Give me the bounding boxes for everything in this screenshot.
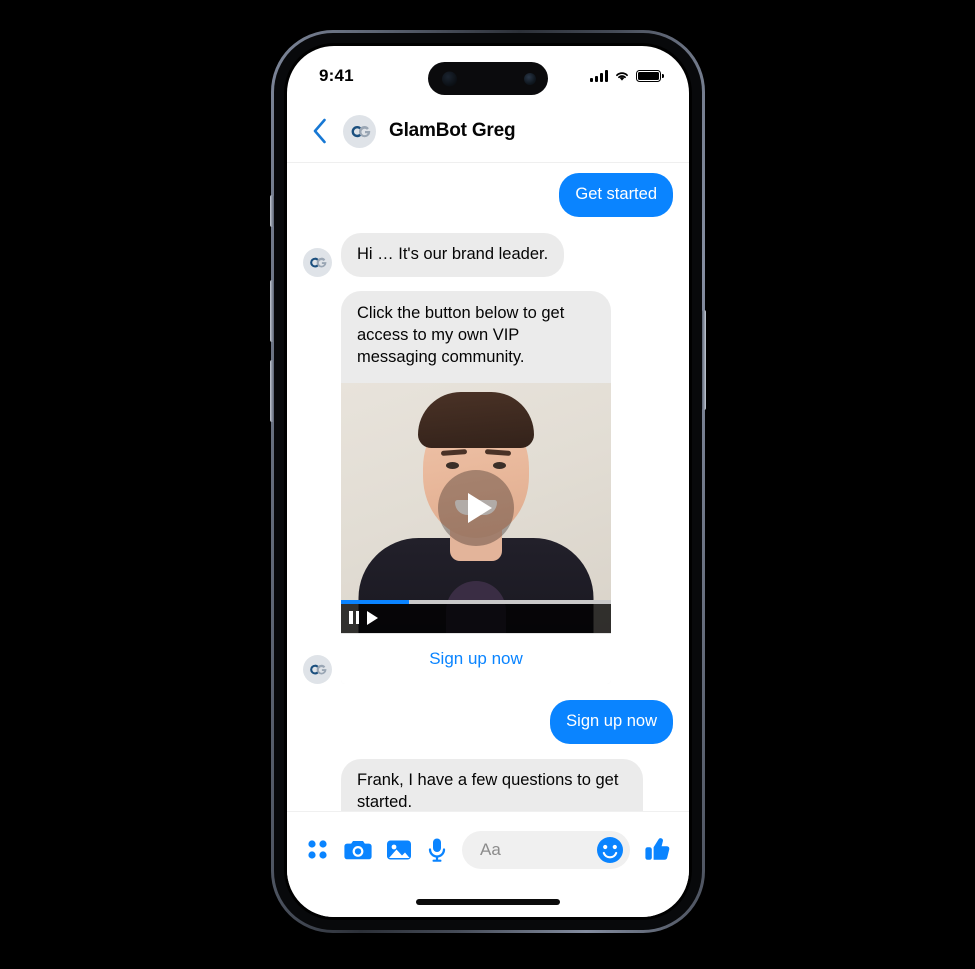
chat-header: GlamBot Greg: [287, 100, 689, 162]
back-button[interactable]: [305, 114, 335, 148]
front-camera-icon: [524, 72, 536, 85]
message-row-outgoing: Sign up now: [303, 699, 673, 744]
video-controls: [341, 599, 611, 633]
message-thread[interactable]: Get started Hi … It's our brand leader. …: [287, 162, 689, 811]
thumbs-up-glyph: [645, 838, 670, 860]
photo-library-icon[interactable]: [386, 838, 412, 862]
battery-icon: [636, 70, 664, 82]
photo-glyph: [387, 840, 411, 859]
glambot-logo-icon: [351, 125, 370, 137]
message-composer: Aa: [287, 811, 689, 887]
person-eye-left: [446, 461, 459, 469]
microphone-icon[interactable]: [426, 837, 448, 863]
message-bubble-outgoing[interactable]: Sign up now: [550, 699, 673, 744]
grid-glyph: [308, 840, 327, 859]
glambot-logo-icon: [310, 257, 327, 268]
status-bar-time: 9:41: [319, 66, 354, 85]
video-button-row: [341, 604, 611, 633]
phone-device-frame: 9:41 GlamBot Greg Get started Hi … It's …: [270, 30, 706, 933]
play-button-icon[interactable]: [438, 469, 514, 546]
status-bar-indicators: [590, 64, 664, 82]
video-template-card: Click the button below to get access to …: [341, 290, 611, 684]
page-title: GlamBot Greg: [389, 120, 516, 141]
message-bubble-incoming[interactable]: Hi … It's our brand leader.: [341, 232, 565, 277]
mic-glyph: [428, 838, 446, 862]
glambot-avatar-icon: [303, 654, 332, 684]
video-progress-bar[interactable]: [341, 599, 611, 604]
video-progress-fill: [341, 599, 409, 604]
smiley-face-icon[interactable]: [594, 834, 626, 871]
video-player[interactable]: [341, 382, 611, 633]
card-cta-button[interactable]: Sign up now: [341, 632, 611, 684]
glambot-avatar-icon[interactable]: [343, 114, 376, 148]
message-row-video-card: Click the button below to get access to …: [303, 290, 673, 684]
phone-screen: 9:41 GlamBot Greg Get started Hi … It's …: [287, 46, 689, 917]
smiley-glyph: [597, 836, 623, 863]
face-id-sensor-icon: [442, 71, 457, 86]
status-bar: 9:41: [287, 46, 689, 100]
glambot-avatar-icon: [303, 247, 332, 277]
power-button[interactable]: [702, 310, 706, 410]
avatar-gutter: [303, 654, 332, 684]
message-row-incoming: Hi … It's our brand leader.: [303, 232, 673, 277]
pause-icon[interactable]: [349, 611, 359, 625]
wifi-icon: [616, 72, 628, 81]
message-row-outgoing: Get started: [303, 173, 673, 217]
message-input-field[interactable]: Aa: [462, 830, 630, 871]
camera-icon[interactable]: [344, 838, 372, 862]
glambot-logo-icon: [310, 664, 327, 675]
message-bubble-incoming[interactable]: Frank, I have a few questions to get sta…: [341, 758, 643, 811]
message-row-incoming: Frank, I have a few questions to get sta…: [303, 758, 673, 811]
phone-body: 9:41 GlamBot Greg Get started Hi … It's …: [274, 33, 702, 930]
person-eye-right: [493, 461, 506, 469]
home-indicator: [287, 887, 689, 917]
thumbs-up-icon[interactable]: [644, 836, 671, 863]
camera-glyph: [344, 840, 372, 859]
dynamic-island: [428, 62, 548, 95]
screen-bezel: 9:41 GlamBot Greg Get started Hi … It's …: [284, 43, 692, 920]
four-dot-grid-icon[interactable]: [305, 837, 330, 862]
play-triangle: [467, 492, 492, 523]
message-input-placeholder: Aa: [480, 839, 501, 859]
chevron-left-icon: [313, 118, 326, 144]
avatar-gutter: [303, 247, 332, 277]
message-bubble-outgoing[interactable]: Get started: [559, 173, 673, 217]
play-icon[interactable]: [367, 610, 378, 625]
card-description: Click the button below to get access to …: [357, 303, 565, 366]
person-hair: [418, 391, 534, 448]
cellular-signal-icon: [590, 70, 608, 82]
